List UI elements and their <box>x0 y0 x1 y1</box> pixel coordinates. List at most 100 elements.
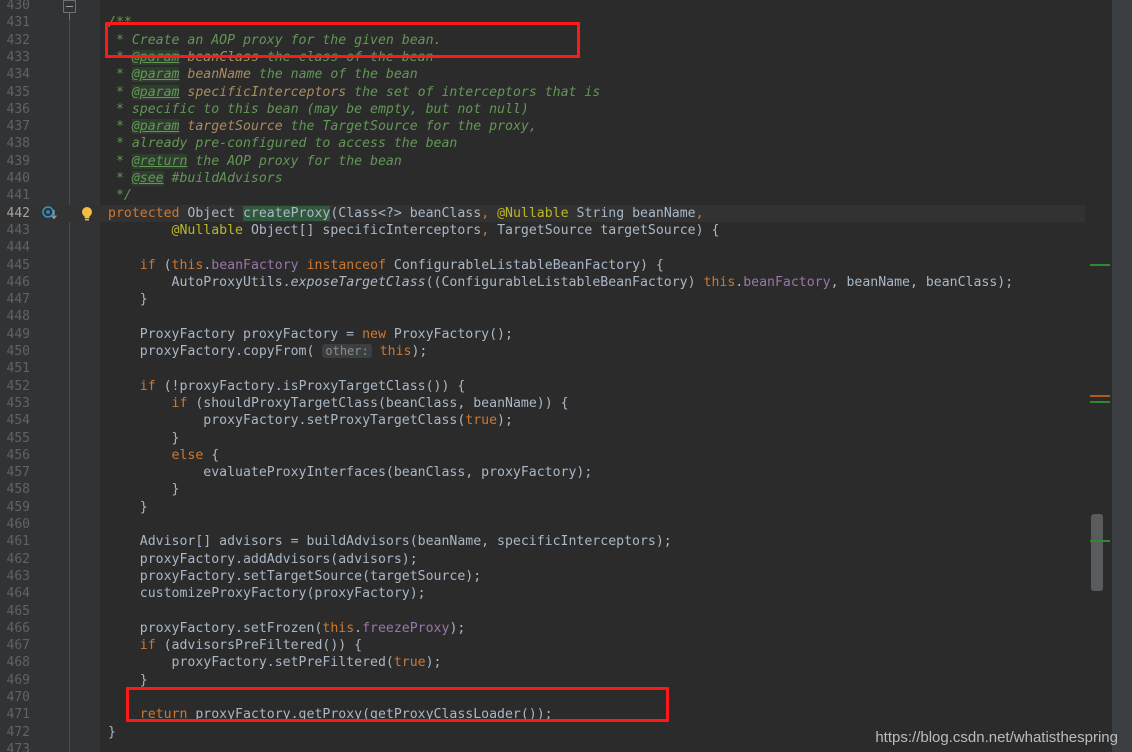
code-line[interactable]: 449 ProxyFactory proxyFactory = new Prox… <box>0 326 1085 343</box>
line-number: 430 <box>6 0 30 13</box>
code-token: proxyFactory.setProxyTargetClass( <box>108 413 466 429</box>
line-text: protected Object createProxy(Class<?> be… <box>108 205 704 222</box>
code-line[interactable]: 461 Advisor[] advisors = buildAdvisors(b… <box>0 533 1085 550</box>
code-token: } <box>108 724 116 740</box>
code-line[interactable]: 444 <box>0 239 1085 256</box>
code-line[interactable]: 452 if (!proxyFactory.isProxyTargetClass… <box>0 378 1085 395</box>
code-token: the name of the bean <box>250 67 418 83</box>
code-line[interactable]: 468 proxyFactory.setPreFiltered(true); <box>0 654 1085 671</box>
line-number: 445 <box>6 257 30 273</box>
code-line[interactable]: 471 return proxyFactory.getProxy(getProx… <box>0 706 1085 723</box>
line-text: } <box>108 499 148 516</box>
line-number: 442 <box>6 205 30 221</box>
scrollbar-thumb[interactable] <box>1091 514 1103 591</box>
code-line[interactable]: 439 * @return the AOP proxy for the bean <box>0 153 1085 170</box>
code-line[interactable]: 469 } <box>0 672 1085 689</box>
code-token: beanFactory <box>211 257 299 273</box>
code-line[interactable]: 460 <box>0 516 1085 533</box>
code-line[interactable]: 447 } <box>0 291 1085 308</box>
override-method-icon[interactable] <box>42 205 58 222</box>
code-line[interactable]: 466 proxyFactory.setFrozen(this.freezePr… <box>0 620 1085 637</box>
code-token: } <box>108 672 148 688</box>
line-number: 462 <box>6 551 30 567</box>
line-text: * @param specificInterceptors the set of… <box>108 84 600 101</box>
code-token: Object <box>187 205 243 221</box>
code-line[interactable]: 463 proxyFactory.setTargetSource(targetS… <box>0 568 1085 585</box>
code-line[interactable]: 450 proxyFactory.copyFrom( other: this); <box>0 343 1085 360</box>
line-text: evaluateProxyInterfaces(beanClass, proxy… <box>108 464 592 481</box>
code-line[interactable]: 462 proxyFactory.addAdvisors(advisors); <box>0 551 1085 568</box>
code-token: , beanName, beanClass); <box>830 274 1014 290</box>
code-token: if <box>171 395 188 411</box>
code-line[interactable]: 453 if (shouldProxyTargetClass(beanClass… <box>0 395 1085 412</box>
code-line[interactable]: 433 * @param beanClass the class of the … <box>0 49 1085 66</box>
code-line[interactable]: 451 <box>0 360 1085 377</box>
code-line[interactable]: 430 <box>0 0 1085 14</box>
code-line[interactable]: 454 proxyFactory.setProxyTargetClass(tru… <box>0 412 1085 429</box>
code-line[interactable]: 467 if (advisorsPreFiltered()) { <box>0 637 1085 654</box>
line-number: 437 <box>6 119 30 135</box>
code-token: proxyFactory.copyFrom( <box>108 344 323 359</box>
code-token: ); <box>449 620 466 636</box>
line-number: 435 <box>6 84 30 100</box>
code-token: * <box>108 49 132 65</box>
code-token: @param <box>131 119 180 135</box>
code-line[interactable]: 465 <box>0 603 1085 620</box>
code-token: new <box>362 326 386 342</box>
code-token: exposeTargetClass <box>290 274 426 290</box>
code-token: #buildAdvisors <box>163 171 283 186</box>
line-text: * already pre-configured to access the b… <box>108 135 457 152</box>
line-text: * @param beanClass the class of the bean <box>108 49 434 66</box>
code-line[interactable]: 464 customizeProxyFactory(proxyFactory); <box>0 585 1085 602</box>
code-line[interactable]: 431 /** <box>0 14 1085 31</box>
line-text: AutoProxyUtils.exposeTargetClass((Config… <box>108 274 1014 291</box>
code-token: specificInterceptors <box>187 84 347 100</box>
code-token: Object[] specificInterceptors <box>243 222 482 238</box>
code-token: @return <box>131 153 188 169</box>
line-number: 434 <box>6 67 30 83</box>
line-number: 466 <box>6 620 30 636</box>
code-line[interactable]: 441 */ <box>0 187 1085 204</box>
code-token: true <box>465 413 498 429</box>
code-line[interactable]: 432 * Create an AOP proxy for the given … <box>0 32 1085 49</box>
code-line[interactable]: 438 * already pre-configured to access t… <box>0 135 1085 152</box>
line-text: ProxyFactory proxyFactory = new ProxyFac… <box>108 326 513 343</box>
code-line[interactable]: 457 evaluateProxyInterfaces(beanClass, p… <box>0 464 1085 481</box>
code-line[interactable]: 436 * specific to this bean (may be empt… <box>0 101 1085 118</box>
code-line[interactable]: 459 } <box>0 499 1085 516</box>
intention-bulb-icon[interactable] <box>80 206 94 222</box>
line-text: * Create an AOP proxy for the given bean… <box>108 32 442 49</box>
line-number: 436 <box>6 101 30 117</box>
line-number: 452 <box>6 378 30 394</box>
code-token: proxyFactory.setFrozen( <box>108 620 323 636</box>
vcs-modified-marker <box>1090 395 1110 397</box>
code-line[interactable]: 456 else { <box>0 447 1085 464</box>
code-line[interactable]: 442 protected Object createProxy(Class<?>… <box>0 204 1085 222</box>
code-token: customizeProxyFactory(proxyFactory); <box>108 586 426 602</box>
line-text: } <box>108 672 148 689</box>
line-text: proxyFactory.setPreFiltered(true); <box>108 654 442 671</box>
code-token: instanceof <box>306 257 386 273</box>
code-line[interactable]: 443 @Nullable Object[] specificIntercept… <box>0 222 1085 239</box>
code-line[interactable]: 435 * @param specificInterceptors the se… <box>0 84 1085 101</box>
code-line[interactable]: 470 <box>0 689 1085 706</box>
line-number: 440 <box>6 171 30 186</box>
code-line[interactable]: 440 * @see #buildAdvisors <box>0 170 1085 187</box>
line-number: 456 <box>6 447 30 463</box>
code-line[interactable]: 458 } <box>0 481 1085 498</box>
code-line[interactable]: 434 * @param beanName the name of the be… <box>0 66 1085 83</box>
fold-marker-icon[interactable] <box>63 0 76 20</box>
code-line[interactable]: 445 if (this.beanFactory instanceof Conf… <box>0 257 1085 274</box>
line-number: 448 <box>6 309 30 325</box>
code-line[interactable]: 437 * @param targetSource the TargetSour… <box>0 118 1085 135</box>
marker-track[interactable] <box>1085 0 1112 752</box>
code-token: this <box>171 257 204 273</box>
code-line[interactable]: 446 AutoProxyUtils.exposeTargetClass((Co… <box>0 274 1085 291</box>
line-text: proxyFactory.setFrozen(this.freezeProxy)… <box>108 620 466 637</box>
line-text: } <box>108 430 180 447</box>
code-line[interactable]: 455 } <box>0 430 1085 447</box>
code-editor[interactable]: 430 431/** 432 * Create an AOP proxy for t… <box>0 0 1132 752</box>
code-line[interactable]: 448 <box>0 308 1085 325</box>
